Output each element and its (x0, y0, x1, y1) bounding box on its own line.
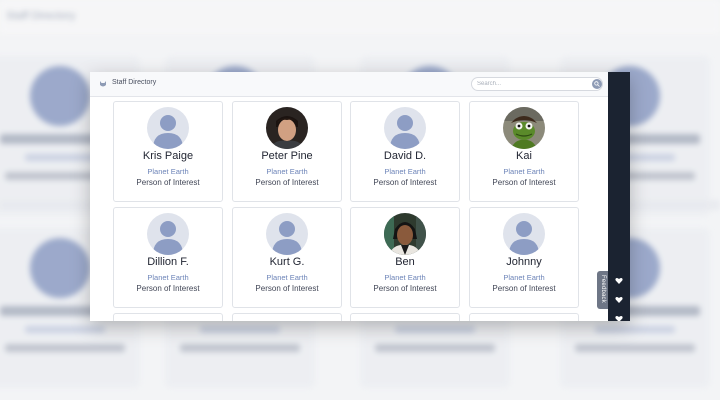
staff-location: Planet Earth (266, 167, 308, 176)
background-header: Staff Directory (0, 0, 720, 34)
search-input[interactable] (477, 78, 587, 90)
staff-role: Person of Interest (373, 178, 437, 187)
staff-photo (384, 213, 426, 255)
staff-role: Person of Interest (255, 178, 319, 187)
heart-icon[interactable] (615, 277, 623, 285)
staff-card[interactable]: Dillion F. Planet Earth Person of Intere… (113, 207, 223, 308)
staff-name: Johnny (506, 256, 542, 268)
staff-name: Kris Paige (142, 150, 194, 162)
staff-name: Dillion F. (147, 256, 189, 268)
staff-photo (503, 107, 545, 149)
background-header-text: Staff Directory (6, 10, 76, 22)
search-box (471, 77, 603, 91)
staff-location: Planet Earth (266, 273, 308, 282)
staff-photo (266, 107, 308, 149)
staff-role: Person of Interest (136, 284, 200, 293)
staff-name: Kai (516, 150, 532, 162)
staff-name: Peter Pine (261, 150, 313, 162)
staff-card[interactable]: Peter Pine Planet Earth Person of Intere… (232, 101, 342, 202)
app-logo-icon (100, 81, 106, 87)
staff-role: Person of Interest (136, 178, 200, 187)
staff-card[interactable] (469, 313, 579, 321)
default-avatar-icon (266, 213, 308, 255)
staff-card[interactable] (350, 313, 460, 321)
staff-role: Person of Interest (255, 284, 319, 293)
staff-directory-window: Staff Directory Kris Paige Planet Earth … (90, 72, 630, 321)
staff-card[interactable]: Kurt G. Planet Earth Person of Interest (232, 207, 342, 308)
staff-card[interactable]: Kai Planet Earth Person of Interest (469, 101, 579, 202)
heart-icon[interactable] (615, 296, 623, 304)
default-avatar-icon (503, 213, 545, 255)
default-avatar-icon (147, 213, 189, 255)
default-avatar-icon (147, 107, 189, 149)
staff-location: Planet Earth (503, 273, 545, 282)
staff-location: Planet Earth (147, 273, 189, 282)
title-bar: Staff Directory (90, 72, 608, 97)
right-sidebar (608, 72, 630, 321)
search-button[interactable] (592, 79, 602, 89)
staff-location: Planet Earth (384, 273, 426, 282)
default-avatar-icon (384, 107, 426, 149)
staff-role: Person of Interest (492, 178, 556, 187)
staff-card[interactable]: Kris Paige Planet Earth Person of Intere… (113, 101, 223, 202)
feedback-label: Feedback (600, 275, 606, 303)
search-icon (594, 81, 600, 87)
staff-name: Ben (395, 256, 415, 268)
staff-name: Kurt G. (269, 256, 305, 268)
staff-card[interactable]: Johnny Planet Earth Person of Interest (469, 207, 579, 308)
heart-icon[interactable] (615, 315, 623, 321)
staff-name: David D. (383, 150, 427, 162)
staff-card[interactable]: David D. Planet Earth Person of Interest (350, 101, 460, 202)
staff-location: Planet Earth (384, 167, 426, 176)
staff-card[interactable]: Ben Planet Earth Person of Interest (350, 207, 460, 308)
staff-card[interactable] (232, 313, 342, 321)
page-title: Staff Directory (112, 79, 157, 86)
staff-card[interactable] (113, 313, 223, 321)
staff-role: Person of Interest (373, 284, 437, 293)
staff-location: Planet Earth (147, 167, 189, 176)
staff-role: Person of Interest (492, 284, 556, 293)
staff-location: Planet Earth (503, 167, 545, 176)
